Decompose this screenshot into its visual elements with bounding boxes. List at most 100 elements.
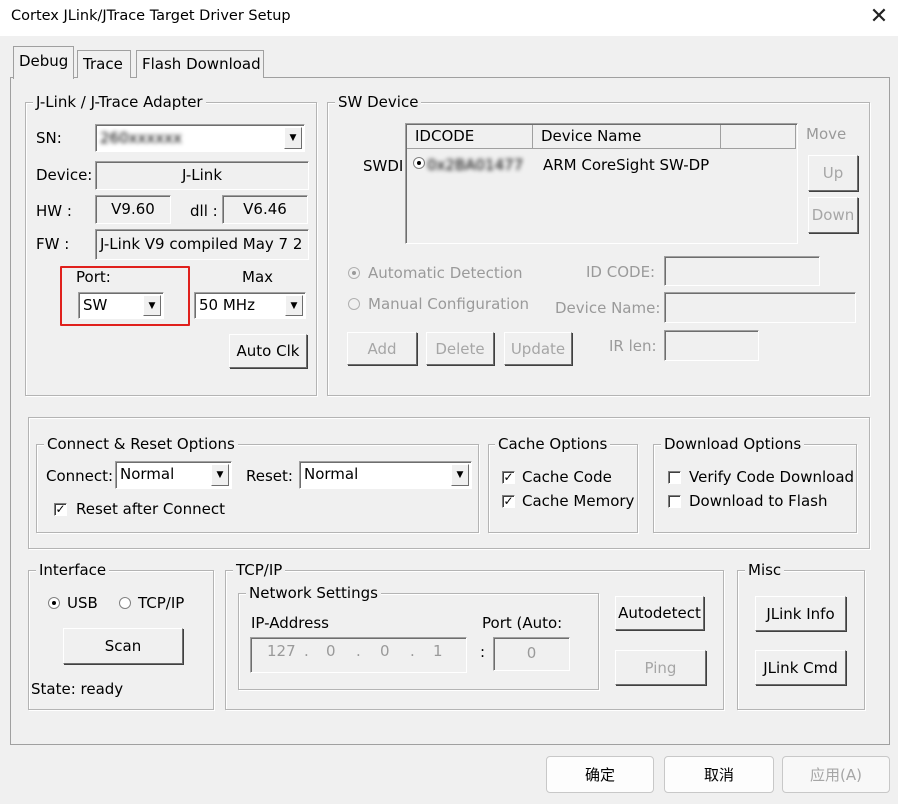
tab-debug[interactable]: Debug xyxy=(13,46,74,79)
ir-len-label: IR len: xyxy=(609,337,657,355)
close-icon[interactable]: ✕ xyxy=(860,0,898,36)
move-label: Move xyxy=(806,125,847,143)
cache-options-group xyxy=(488,444,638,533)
auto-clk-button[interactable]: Auto Clk xyxy=(229,334,307,368)
tab-trace[interactable]: Trace xyxy=(77,50,131,78)
cancel-button[interactable]: 取消 xyxy=(664,756,774,793)
reset-after-connect-checkbox[interactable]: ✓ xyxy=(54,503,67,516)
manual-configuration-label: Manual Configuration xyxy=(368,295,530,313)
download-options-group-label: Download Options xyxy=(661,436,805,452)
usb-radio[interactable] xyxy=(48,597,60,609)
sn-label: SN: xyxy=(36,129,62,147)
update-button[interactable]: Update xyxy=(504,332,572,365)
ip-dot: . xyxy=(304,642,309,660)
cache-memory-label: Cache Memory xyxy=(522,492,635,510)
connect-label: Connect: xyxy=(46,467,114,485)
port-select[interactable]: SW ▼ xyxy=(78,292,164,319)
manual-configuration-radio[interactable] xyxy=(348,298,360,310)
column-header-idcode[interactable]: IDCODE xyxy=(407,125,533,149)
id-code-label: ID CODE: xyxy=(586,263,656,281)
connect-value: Normal xyxy=(120,465,175,483)
adapter-group-label: J-Link / J-Trace Adapter xyxy=(33,94,206,110)
sn-select[interactable]: 260xxxxxx ▼ xyxy=(95,124,305,152)
max-clock-value: 50 MHz xyxy=(199,296,255,314)
cache-code-label: Cache Code xyxy=(522,468,612,486)
ip-octet-1: 127 xyxy=(267,642,296,660)
tcpip-radio[interactable] xyxy=(119,597,131,609)
device-name-input[interactable] xyxy=(664,292,856,323)
ping-button[interactable]: Ping xyxy=(615,650,706,685)
ip-octet-4: 1 xyxy=(433,642,443,660)
jlink-cmd-button[interactable]: JLink Cmd xyxy=(755,650,846,685)
ir-len-input[interactable] xyxy=(664,330,759,361)
cache-options-group-label: Cache Options xyxy=(495,436,611,452)
port-value: SW xyxy=(83,296,108,314)
column-header-extra[interactable] xyxy=(721,125,796,149)
tcp-port-input[interactable]: 0 xyxy=(493,637,570,671)
chevron-down-icon: ▼ xyxy=(284,127,302,149)
sn-value: 260xxxxxx xyxy=(100,129,182,147)
fw-field: J-Link V9 compiled May 7 2 xyxy=(95,229,309,260)
apply-button[interactable]: 应用(A) xyxy=(782,756,890,793)
id-code-input[interactable] xyxy=(664,256,820,286)
reset-label: Reset: xyxy=(246,467,293,485)
max-label: Max xyxy=(242,268,274,286)
port-auto-label: Port (Auto: xyxy=(482,614,563,632)
verify-code-download-checkbox[interactable] xyxy=(668,471,681,484)
chevron-down-icon: ▼ xyxy=(143,295,161,316)
move-up-button[interactable]: Up xyxy=(808,155,858,191)
device-row-name: ARM CoreSight SW-DP xyxy=(543,156,710,174)
device-name-label: Device Name: xyxy=(555,299,661,317)
device-row-radio[interactable] xyxy=(413,157,425,169)
window-title: Cortex JLink/JTrace Target Driver Setup xyxy=(11,8,291,24)
hw-field: V9.60 xyxy=(95,195,171,224)
ok-button[interactable]: 确定 xyxy=(546,756,654,793)
autodetect-button[interactable]: Autodetect xyxy=(615,596,704,630)
usb-label: USB xyxy=(67,594,98,612)
tcpip-group-label: TCP/IP xyxy=(233,562,286,578)
misc-group xyxy=(737,570,865,710)
tab-flash-download[interactable]: Flash Download xyxy=(136,50,264,78)
ip-octet-2: 0 xyxy=(326,642,336,660)
verify-code-download-label: Verify Code Download xyxy=(689,468,855,486)
reset-select[interactable]: Normal ▼ xyxy=(299,461,472,489)
port-separator: : xyxy=(480,643,486,661)
tcpip-label: TCP/IP xyxy=(138,594,185,612)
cache-memory-checkbox[interactable]: ✓ xyxy=(502,495,515,508)
fw-label: FW : xyxy=(36,235,70,253)
automatic-detection-label: Automatic Detection xyxy=(368,264,523,282)
ip-octet-3: 0 xyxy=(380,642,390,660)
reset-value: Normal xyxy=(304,465,359,483)
dll-field: V6.46 xyxy=(222,195,308,224)
device-field: J-Link xyxy=(95,161,309,190)
download-to-flash-checkbox[interactable] xyxy=(668,495,681,508)
delete-button[interactable]: Delete xyxy=(426,332,494,365)
interface-group-label: Interface xyxy=(36,562,110,578)
automatic-detection-radio[interactable] xyxy=(348,267,360,279)
jlink-info-button[interactable]: JLink Info xyxy=(755,596,846,631)
cache-code-checkbox[interactable]: ✓ xyxy=(502,471,515,484)
max-clock-select[interactable]: 50 MHz ▼ xyxy=(194,292,306,319)
misc-group-label: Misc xyxy=(745,562,785,578)
ip-address-label: IP-Address xyxy=(251,614,329,632)
ip-dot: . xyxy=(356,642,361,660)
connect-reset-group-label: Connect & Reset Options xyxy=(44,436,238,452)
reset-after-connect-label: Reset after Connect xyxy=(76,500,225,518)
ip-dot: . xyxy=(410,642,415,660)
move-down-button[interactable]: Down xyxy=(808,197,858,233)
network-settings-label: Network Settings xyxy=(246,585,381,601)
sw-device-group-label: SW Device xyxy=(335,94,422,110)
swdi-label: SWDI xyxy=(363,157,404,175)
dll-label: dll : xyxy=(190,202,218,220)
add-button[interactable]: Add xyxy=(347,332,417,365)
connect-select[interactable]: Normal ▼ xyxy=(115,461,232,489)
column-header-device-name[interactable]: Device Name xyxy=(533,125,721,149)
interface-state: State: ready xyxy=(31,680,124,698)
device-row-idcode: 0x2BA01477 xyxy=(427,156,524,174)
device-label: Device: xyxy=(36,166,93,184)
download-to-flash-label: Download to Flash xyxy=(689,492,828,510)
scan-button[interactable]: Scan xyxy=(63,628,183,664)
chevron-down-icon: ▼ xyxy=(285,295,303,316)
chevron-down-icon: ▼ xyxy=(211,464,229,486)
download-options-group xyxy=(653,444,857,533)
